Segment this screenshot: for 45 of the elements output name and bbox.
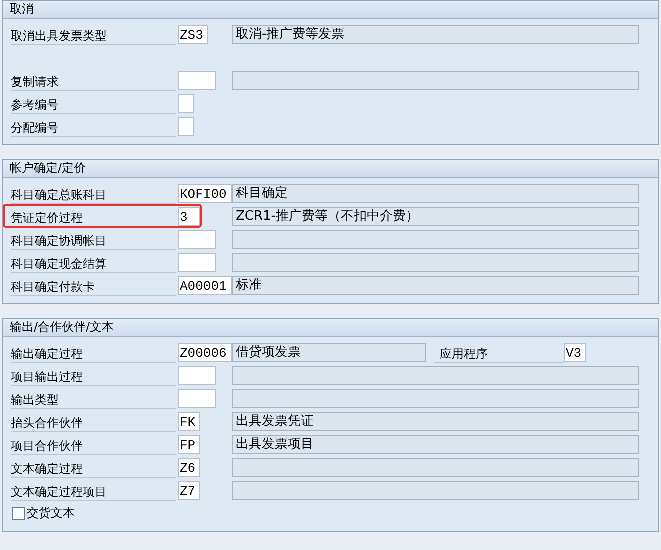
field-label: 参考编号: [11, 94, 176, 114]
field-label: 凭证定价过程: [11, 206, 176, 226]
field-label: 科目确定付款卡: [11, 276, 176, 296]
field-label: 分配编号: [11, 116, 176, 136]
field-label: 科目确定总账科目: [11, 184, 176, 204]
field-label: 复制请求: [11, 70, 176, 90]
field-label: 科目确定现金结算: [11, 252, 176, 272]
field-label: 输出类型: [11, 388, 176, 408]
section-title: 输出/合作伙伴/文本: [10, 320, 114, 334]
code-field[interactable]: 3: [178, 207, 200, 226]
code-field[interactable]: V3: [564, 343, 586, 362]
code-field[interactable]: [178, 117, 194, 136]
field-label: 输出确定过程: [11, 342, 176, 362]
section-title: 取消: [10, 2, 34, 16]
section-title: 帐户确定/定价: [10, 161, 86, 175]
description-field: 取消-推广费等发票: [232, 25, 639, 44]
code-field[interactable]: FK: [178, 412, 200, 431]
description-field: 出具发票项目: [232, 435, 639, 454]
code-field[interactable]: [178, 94, 194, 113]
description-field: 出具发票凭证: [232, 412, 639, 431]
code-field[interactable]: [178, 71, 216, 90]
checkbox-label: 交货文本: [27, 505, 75, 522]
field-label: 文本确定过程: [11, 458, 176, 478]
field-label: 文本确定过程项目: [11, 480, 176, 500]
code-field[interactable]: FP: [178, 435, 200, 454]
field-label: 科目确定协调帐目: [11, 230, 176, 250]
code-field[interactable]: Z7: [178, 481, 200, 500]
field-label: 抬头合作伙伴: [11, 412, 176, 432]
description-field: 标准: [232, 276, 639, 295]
description-field: ZCR1-推广费等（不扣中介费）: [232, 207, 639, 226]
code-field[interactable]: [178, 389, 216, 408]
code-field[interactable]: [178, 253, 216, 272]
code-field[interactable]: [178, 230, 216, 249]
code-field[interactable]: KOFI00: [178, 184, 232, 203]
description-field: 科目确定: [232, 184, 639, 203]
checkbox[interactable]: [12, 507, 25, 520]
code-field[interactable]: Z6: [178, 458, 200, 477]
code-field[interactable]: [178, 366, 216, 385]
code-field[interactable]: ZS3: [178, 25, 208, 44]
code-field[interactable]: A00001: [178, 276, 232, 295]
field-label: 项目输出过程: [11, 366, 176, 386]
field-label: 项目合作伙伴: [11, 434, 176, 454]
code-field[interactable]: Z00006: [178, 343, 232, 362]
description-field: 借贷项发票: [232, 343, 426, 362]
field-label: 取消出具发票类型: [11, 24, 176, 44]
